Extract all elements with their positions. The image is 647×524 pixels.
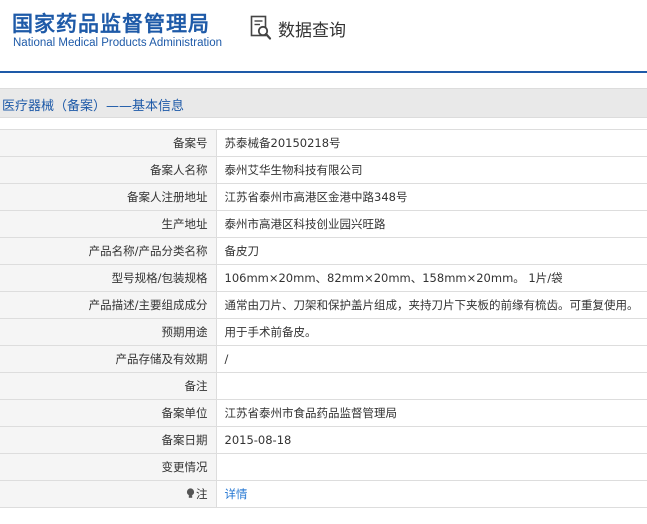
row-value: 江苏省泰州市高港区金港中路348号 bbox=[215, 183, 647, 211]
row-label: 备案号 bbox=[0, 129, 217, 157]
table-row: 产品存储及有效期 / bbox=[0, 345, 647, 373]
table-row: 备案号 苏泰械备20150218号 bbox=[0, 129, 647, 157]
table-row: 生产地址 泰州市高港区科技创业园兴旺路 bbox=[0, 210, 647, 238]
row-value: 2015-08-18 bbox=[215, 426, 647, 454]
row-value: 江苏省泰州市食品药品监督管理局 bbox=[215, 399, 647, 427]
section-header: 医疗器械（备案）——基本信息 bbox=[0, 88, 647, 118]
table-row: 备案人名称 泰州艾华生物科技有限公司 bbox=[0, 156, 647, 184]
table-row: 备注 bbox=[0, 372, 647, 400]
note-row: 注 详情 bbox=[0, 480, 647, 508]
row-label: 产品名称/产品分类名称 bbox=[0, 237, 217, 265]
row-label: 生产地址 bbox=[0, 210, 217, 238]
table-row: 型号规格/包装规格 106mm×20mm、82mm×20mm、158mm×20mm… bbox=[0, 264, 647, 292]
data-query-label: 数据查询 bbox=[278, 20, 346, 41]
row-label: 产品描述/主要组成成分 bbox=[0, 291, 217, 319]
row-value: 通常由刀片、刀架和保护盖片组成，夹持刀片下夹板的前缘有梳齿。可重复使用。 bbox=[215, 291, 647, 319]
table-row: 变更情况 bbox=[0, 453, 647, 481]
basic-info-rows: 备案号 苏泰械备20150218号 备案人名称 泰州艾华生物科技有限公司 备案人注册地址… bbox=[0, 129, 647, 508]
logo-title-en: National Medical Products Administration bbox=[13, 37, 223, 49]
details-link[interactable]: 详情 bbox=[225, 487, 248, 501]
note-label-cell: 注 bbox=[0, 480, 217, 508]
row-label: 预期用途 bbox=[0, 318, 217, 346]
table-row: 产品名称/产品分类名称 备皮刀 bbox=[0, 237, 647, 265]
table-row: 备案日期 2015-08-18 bbox=[0, 426, 647, 454]
logo-title-cn: 国家药品监督管理局 bbox=[12, 12, 210, 36]
header-divider bbox=[0, 71, 647, 73]
row-label: 备案人注册地址 bbox=[0, 183, 217, 211]
row-value bbox=[215, 372, 647, 400]
row-label: 备案人名称 bbox=[0, 156, 217, 184]
basic-info-table: 备案号 苏泰械备20150218号 备案人名称 泰州艾华生物科技有限公司 备案人注册地址… bbox=[0, 129, 647, 508]
row-label: 产品存储及有效期 bbox=[0, 345, 217, 373]
row-label: 变更情况 bbox=[0, 453, 217, 481]
row-value bbox=[215, 453, 647, 481]
section-title: 医疗器械（备案）——基本信息 bbox=[2, 99, 185, 114]
row-label: 备案日期 bbox=[0, 426, 217, 454]
site-header: 国家药品监督管理局 National Medical Products Admi… bbox=[0, 0, 647, 73]
table-row: 产品描述/主要组成成分 通常由刀片、刀架和保护盖片组成，夹持刀片下夹板的前缘有梳齿… bbox=[0, 291, 647, 319]
row-value: 用于手术前备皮。 bbox=[215, 318, 647, 346]
table-row: 备案人注册地址 江苏省泰州市高港区金港中路348号 bbox=[0, 183, 647, 211]
row-label: 型号规格/包装规格 bbox=[0, 264, 217, 292]
document-search-icon bbox=[250, 15, 272, 41]
note-value-cell: 详情 bbox=[215, 480, 647, 508]
row-label: 备案单位 bbox=[0, 399, 217, 427]
row-value: 泰州市高港区科技创业园兴旺路 bbox=[215, 210, 647, 238]
row-value: 106mm×20mm、82mm×20mm、158mm×20mm。 1片/袋 bbox=[215, 264, 647, 292]
row-value: 苏泰械备20150218号 bbox=[215, 129, 647, 157]
data-query-link[interactable]: 数据查询 bbox=[250, 14, 346, 42]
row-label: 备注 bbox=[0, 372, 217, 400]
table-row: 备案单位 江苏省泰州市食品药品监督管理局 bbox=[0, 399, 647, 427]
table-row: 预期用途 用于手术前备皮。 bbox=[0, 318, 647, 346]
lightbulb-icon bbox=[186, 488, 195, 502]
note-label: 注 bbox=[196, 487, 208, 501]
row-value: 泰州艾华生物科技有限公司 bbox=[215, 156, 647, 184]
row-value: / bbox=[215, 345, 647, 373]
row-value: 备皮刀 bbox=[215, 237, 647, 265]
